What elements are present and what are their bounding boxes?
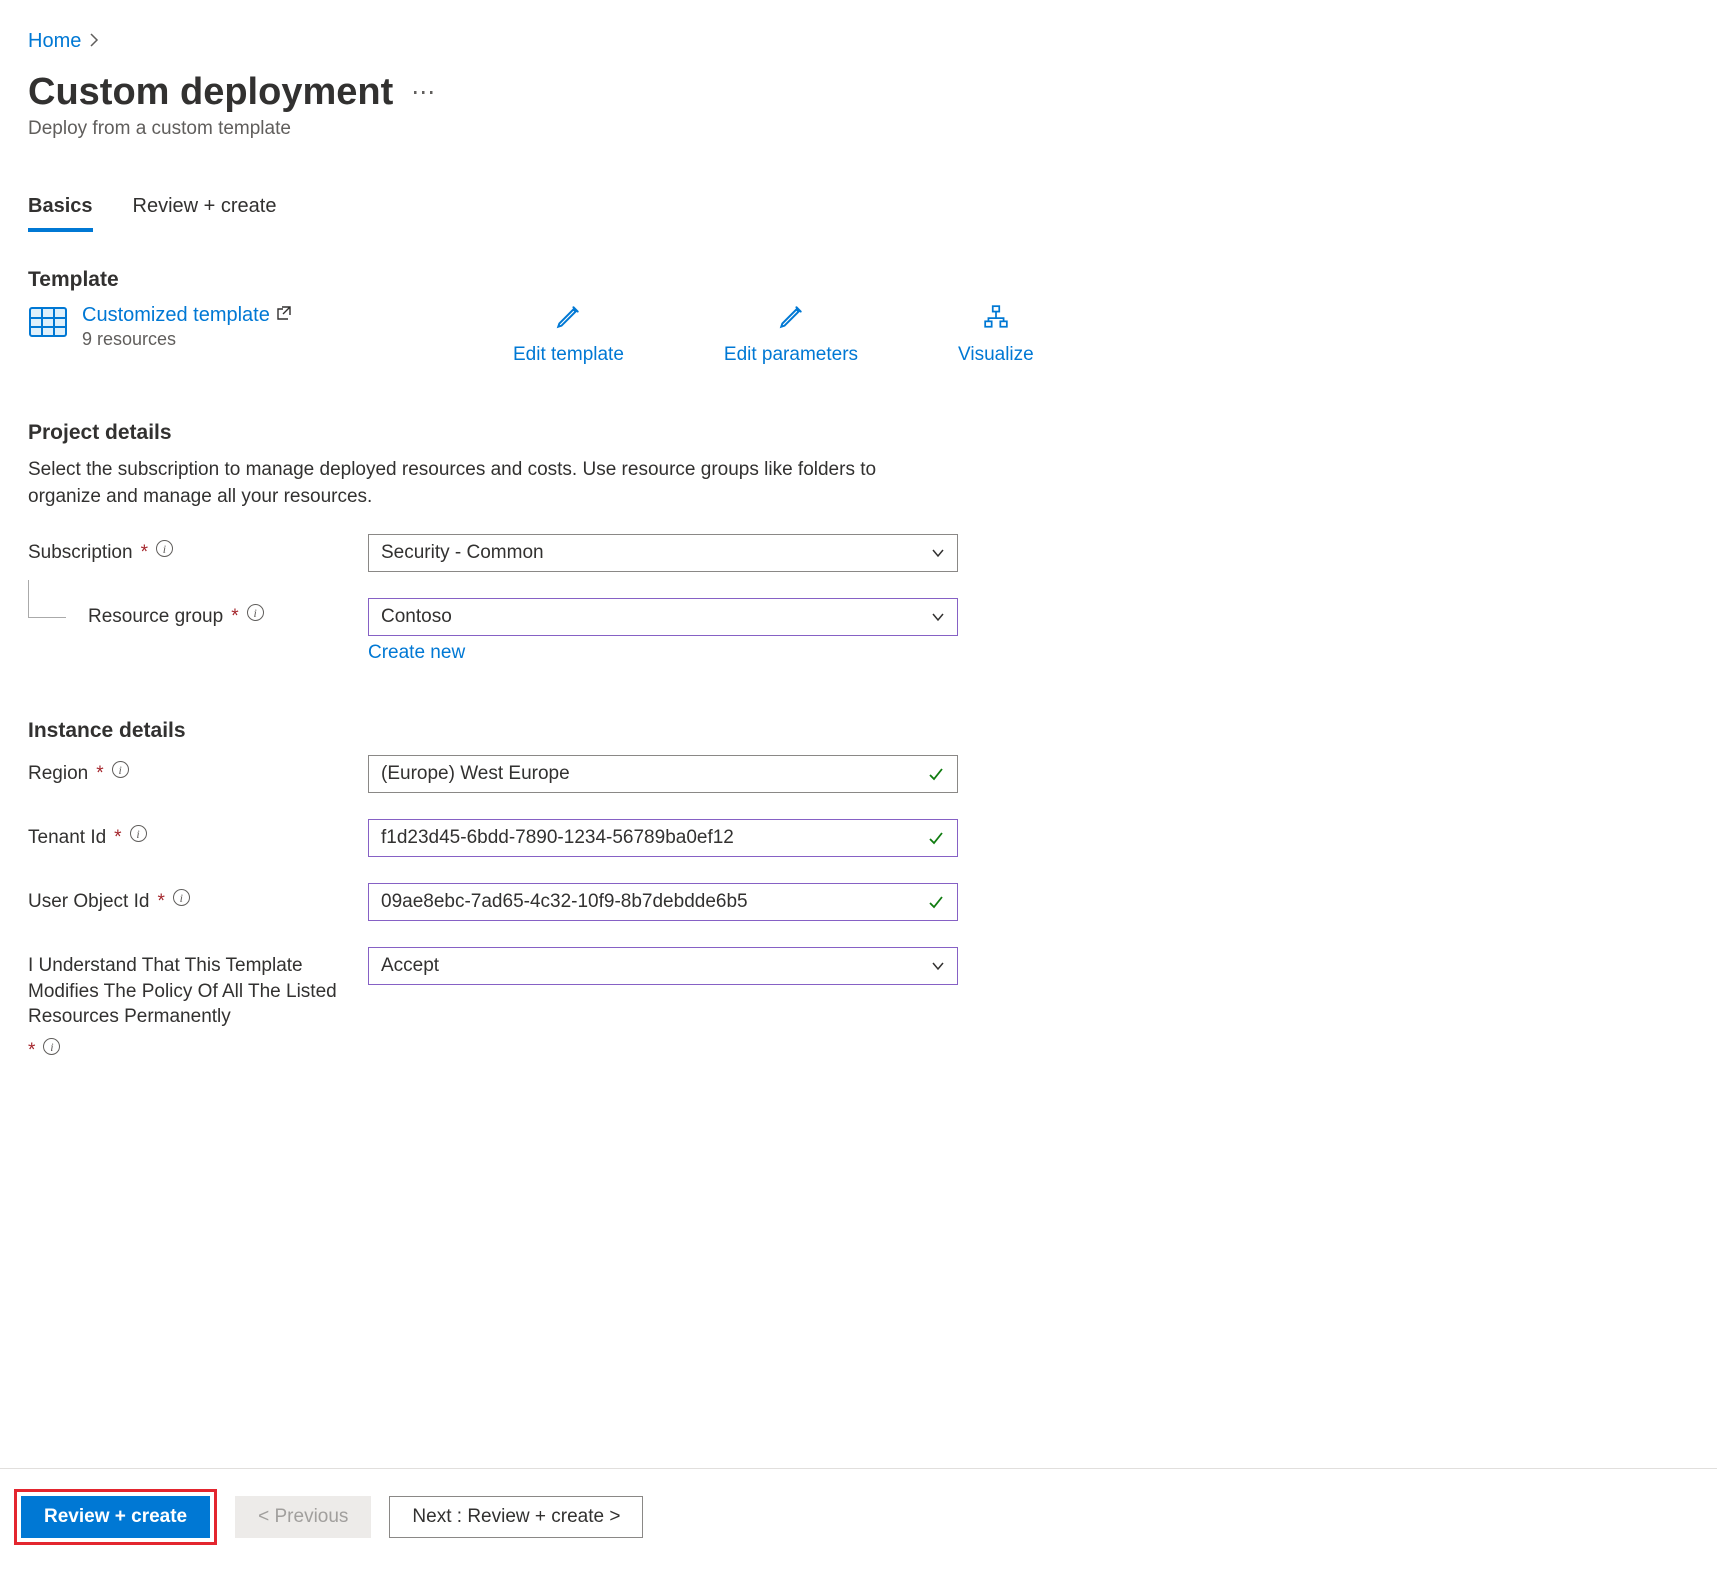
template-icon xyxy=(28,304,68,344)
page-footer: Review + create < Previous Next : Review… xyxy=(0,1468,1717,1571)
user-object-id-value: 09ae8ebc-7ad65-4c32-10f9-8b7debdde6b5 xyxy=(381,891,748,913)
hierarchy-icon xyxy=(983,304,1009,336)
highlight-annotation: Review + create xyxy=(14,1489,217,1545)
region-label: Region xyxy=(28,761,88,787)
edit-parameters-button[interactable]: Edit parameters xyxy=(724,304,858,366)
resource-group-value: Contoso xyxy=(381,606,452,628)
breadcrumb-home[interactable]: Home xyxy=(28,30,81,53)
subscription-label: Subscription xyxy=(28,540,133,566)
user-object-id-input[interactable]: 09ae8ebc-7ad65-4c32-10f9-8b7debdde6b5 xyxy=(368,883,958,921)
required-indicator: * xyxy=(141,540,148,566)
edit-parameters-label: Edit parameters xyxy=(724,344,858,366)
check-icon xyxy=(927,829,945,847)
required-indicator: * xyxy=(96,761,103,787)
accept-select[interactable]: Accept xyxy=(368,947,958,985)
required-indicator: * xyxy=(157,889,164,915)
next-button[interactable]: Next : Review + create > xyxy=(389,1496,643,1538)
check-icon xyxy=(927,765,945,783)
resource-group-select[interactable]: Contoso xyxy=(368,598,958,636)
section-template-heading: Template xyxy=(28,268,1689,292)
section-instance-heading: Instance details xyxy=(28,719,1689,743)
region-value: (Europe) West Europe xyxy=(381,763,570,785)
info-icon[interactable]: i xyxy=(173,889,190,906)
info-icon[interactable]: i xyxy=(112,761,129,778)
create-new-link[interactable]: Create new xyxy=(368,642,465,664)
info-icon[interactable]: i xyxy=(43,1038,60,1055)
tenant-id-label: Tenant Id xyxy=(28,825,106,851)
chevron-right-icon xyxy=(89,30,99,53)
accept-value: Accept xyxy=(381,955,439,977)
required-indicator: * xyxy=(114,825,121,851)
page-subtitle: Deploy from a custom template xyxy=(28,118,1689,140)
info-icon[interactable]: i xyxy=(130,825,147,842)
required-indicator: * xyxy=(28,1038,35,1064)
review-create-button[interactable]: Review + create xyxy=(21,1496,210,1538)
external-link-icon xyxy=(276,305,292,327)
info-icon[interactable]: i xyxy=(156,540,173,557)
tab-basics[interactable]: Basics xyxy=(28,195,93,232)
user-object-id-label: User Object Id xyxy=(28,889,149,915)
tree-indent-icon xyxy=(28,580,66,618)
chevron-down-icon xyxy=(931,546,945,560)
pencil-icon xyxy=(778,304,804,336)
section-project-desc: Select the subscription to manage deploy… xyxy=(28,457,948,510)
visualize-button[interactable]: Visualize xyxy=(958,304,1034,366)
chevron-down-icon xyxy=(931,959,945,973)
page-title: Custom deployment xyxy=(28,71,393,114)
tenant-id-value: f1d23d45-6bdd-7890-1234-56789ba0ef12 xyxy=(381,827,734,849)
chevron-down-icon xyxy=(931,610,945,624)
tenant-id-input[interactable]: f1d23d45-6bdd-7890-1234-56789ba0ef12 xyxy=(368,819,958,857)
check-icon xyxy=(927,893,945,911)
customized-template-link[interactable]: Customized template xyxy=(82,304,270,327)
more-icon[interactable]: ⋯ xyxy=(411,78,437,107)
edit-template-label: Edit template xyxy=(513,344,624,366)
subscription-value: Security - Common xyxy=(381,542,544,564)
required-indicator: * xyxy=(231,604,238,630)
pencil-icon xyxy=(555,304,581,336)
info-icon[interactable]: i xyxy=(247,604,264,621)
resource-group-label: Resource group xyxy=(88,604,223,630)
region-select[interactable]: (Europe) West Europe xyxy=(368,755,958,793)
section-project-heading: Project details xyxy=(28,421,1689,445)
visualize-label: Visualize xyxy=(958,344,1034,366)
tab-review-create[interactable]: Review + create xyxy=(133,195,277,232)
breadcrumb: Home xyxy=(28,30,1689,53)
accept-label: I Understand That This Template Modifies… xyxy=(28,953,368,1030)
tab-bar: Basics Review + create xyxy=(28,195,1689,233)
template-resource-count: 9 resources xyxy=(82,329,292,350)
subscription-select[interactable]: Security - Common xyxy=(368,534,958,572)
edit-template-button[interactable]: Edit template xyxy=(513,304,624,366)
previous-button: < Previous xyxy=(235,1496,371,1538)
